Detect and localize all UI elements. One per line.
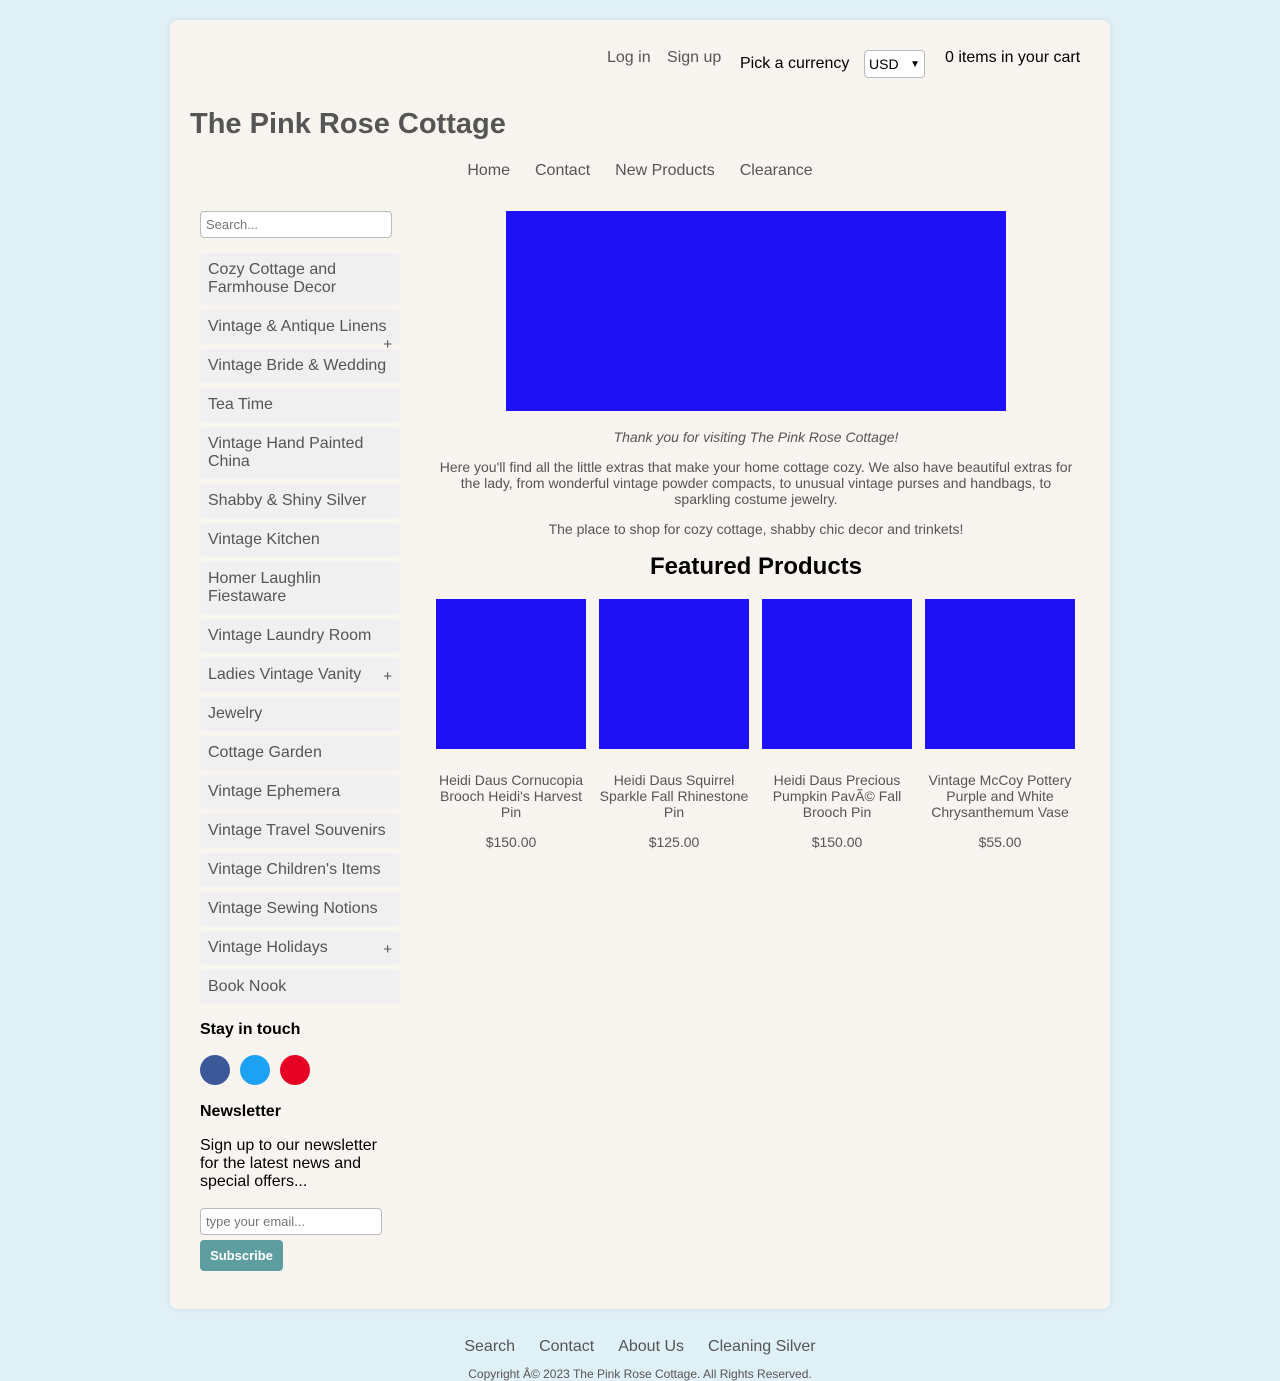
featured-products-grid: Heidi Daus Cornucopia Brooch Heidi's Har…	[436, 599, 1076, 850]
sidebar-category-item[interactable]: Book Nook	[200, 970, 400, 1004]
hero-banner[interactable]	[506, 211, 1006, 411]
sidebar-category-item[interactable]: Vintage Hand Painted China	[200, 427, 400, 479]
footer-link-cleaning-silver[interactable]: Cleaning Silver	[708, 1338, 816, 1356]
category-label: Vintage Holidays	[208, 939, 328, 956]
category-label: Cozy Cottage and Farmhouse Decor	[208, 261, 337, 296]
tagline-text: The place to shop for cozy cottage, shab…	[548, 521, 964, 537]
newsletter-text: Sign up to our newsletter for the latest…	[200, 1137, 377, 1190]
product-card[interactable]: Heidi Daus Precious Pumpkin PavÃ© Fall B…	[762, 599, 912, 850]
product-card[interactable]: Vintage McCoy Pottery Purple and White C…	[925, 599, 1075, 850]
product-image[interactable]	[436, 599, 586, 749]
sidebar-category-item[interactable]: Shabby & Shiny Silver	[200, 484, 400, 518]
product-name[interactable]: Vintage McCoy Pottery Purple and White C…	[925, 772, 1075, 820]
category-label: Vintage Hand Painted China	[208, 435, 364, 470]
footer-link-about-us[interactable]: About Us	[618, 1338, 684, 1356]
search-input[interactable]	[200, 211, 392, 238]
footer-link-contact[interactable]: Contact	[539, 1338, 594, 1356]
subscribe-button[interactable]: Subscribe	[200, 1240, 283, 1271]
social-links	[200, 1055, 400, 1085]
sidebar-category-item[interactable]: Cozy Cottage and Farmhouse Decor	[200, 253, 400, 305]
category-label: Vintage Sewing Notions	[208, 900, 378, 917]
intro-text: Here you'll find all the little extras t…	[439, 459, 1073, 507]
sidebar-category-item[interactable]: Vintage & Antique Linens +	[200, 310, 400, 353]
main-nav: Home Contact New Products Clearance	[170, 162, 1110, 180]
top-bar: Log in Sign up Pick a currency USD ▼ 0 i…	[170, 20, 1110, 100]
facebook-icon[interactable]	[200, 1055, 230, 1085]
footer-link-search[interactable]: Search	[464, 1338, 515, 1356]
currency-select[interactable]: USD ▼	[864, 50, 925, 78]
category-label: Cottage Garden	[208, 744, 322, 761]
category-label: Vintage Travel Souvenirs	[208, 822, 386, 839]
currency-label: Pick a currency	[740, 55, 850, 72]
product-image[interactable]	[925, 599, 1075, 749]
nav-home[interactable]: Home	[467, 162, 510, 180]
category-label: Vintage & Antique Linens	[208, 318, 387, 335]
sidebar-category-item[interactable]: Tea Time	[200, 388, 400, 422]
sidebar: Cozy Cottage and Farmhouse Decor Vintage …	[200, 211, 400, 1271]
copyright: Copyright Â© 2023 The Pink Rose Cottage.…	[468, 1367, 812, 1381]
sidebar-category-item[interactable]: Vintage Holidays +	[200, 931, 400, 965]
login-link[interactable]: Log in	[607, 49, 651, 66]
category-label: Vintage Laundry Room	[208, 627, 372, 644]
category-list: Cozy Cottage and Farmhouse Decor Vintage …	[200, 253, 400, 1004]
product-image[interactable]	[762, 599, 912, 749]
sidebar-category-item[interactable]: Vintage Travel Souvenirs	[200, 814, 400, 848]
product-name[interactable]: Heidi Daus Cornucopia Brooch Heidi's Har…	[436, 772, 586, 820]
account-links: Log in Sign up	[607, 49, 733, 67]
nav-contact[interactable]: Contact	[535, 162, 590, 180]
sidebar-category-item[interactable]: Homer Laughlin Fiestaware	[200, 562, 400, 614]
currency-value: USD	[869, 56, 899, 72]
expand-plus-icon[interactable]: +	[383, 668, 392, 686]
category-label: Book Nook	[208, 978, 287, 995]
site-title[interactable]: The Pink Rose Cottage	[190, 108, 506, 141]
sidebar-category-item[interactable]: Vintage Kitchen	[200, 523, 400, 557]
main-content: Thank you for visiting The Pink Rose Cot…	[436, 211, 1076, 850]
product-price: $55.00	[978, 834, 1022, 850]
product-card[interactable]: Heidi Daus Cornucopia Brooch Heidi's Har…	[436, 599, 586, 850]
product-name[interactable]: Heidi Daus Precious Pumpkin PavÃ© Fall B…	[762, 772, 912, 820]
sidebar-category-item[interactable]: Vintage Sewing Notions	[200, 892, 400, 926]
welcome-text: Thank you for visiting The Pink Rose Cot…	[613, 429, 899, 445]
footer-nav: Search Contact About Us Cleaning Silver	[0, 1338, 1280, 1356]
product-image[interactable]	[599, 599, 749, 749]
category-label: Jewelry	[208, 705, 263, 722]
sidebar-category-item[interactable]: Vintage Children's Items	[200, 853, 400, 887]
featured-products-heading: Featured Products	[649, 553, 863, 580]
page-container: Log in Sign up Pick a currency USD ▼ 0 i…	[170, 20, 1110, 1309]
sidebar-category-item[interactable]: Vintage Laundry Room	[200, 619, 400, 653]
category-label: Shabby & Shiny Silver	[208, 492, 367, 509]
category-label: Vintage Kitchen	[208, 531, 320, 548]
product-name[interactable]: Heidi Daus Squirrel Sparkle Fall Rhinest…	[599, 772, 749, 820]
email-field[interactable]	[200, 1208, 382, 1235]
chevron-down-icon: ▼	[910, 58, 920, 70]
category-label: Tea Time	[208, 396, 273, 413]
product-price: $150.00	[811, 834, 863, 850]
nav-new-products[interactable]: New Products	[615, 162, 715, 180]
category-label: Homer Laughlin Fiestaware	[208, 570, 321, 605]
signup-link[interactable]: Sign up	[667, 49, 721, 66]
cart-summary[interactable]: 0 items in your cart	[945, 49, 1080, 67]
product-price: $125.00	[648, 834, 700, 850]
newsletter-heading: Newsletter	[200, 1103, 281, 1120]
category-label: Vintage Bride & Wedding	[208, 357, 387, 374]
sidebar-category-item[interactable]: Vintage Ephemera	[200, 775, 400, 809]
sidebar-category-item[interactable]: Ladies Vintage Vanity +	[200, 658, 400, 692]
sidebar-category-item[interactable]: Cottage Garden	[200, 736, 400, 770]
product-card[interactable]: Heidi Daus Squirrel Sparkle Fall Rhinest…	[599, 599, 749, 850]
category-label: Vintage Children's Items	[208, 861, 381, 878]
twitter-icon[interactable]	[240, 1055, 270, 1085]
product-price: $150.00	[485, 834, 537, 850]
expand-plus-icon[interactable]: +	[383, 941, 392, 959]
category-label: Vintage Ephemera	[208, 783, 341, 800]
pinterest-icon[interactable]	[280, 1055, 310, 1085]
sidebar-category-item[interactable]: Vintage Bride & Wedding	[200, 349, 400, 383]
sidebar-category-item[interactable]: Jewelry	[200, 697, 400, 731]
category-label: Ladies Vintage Vanity	[208, 666, 362, 683]
nav-clearance[interactable]: Clearance	[740, 162, 813, 180]
stay-in-touch-heading: Stay in touch	[200, 1021, 301, 1038]
